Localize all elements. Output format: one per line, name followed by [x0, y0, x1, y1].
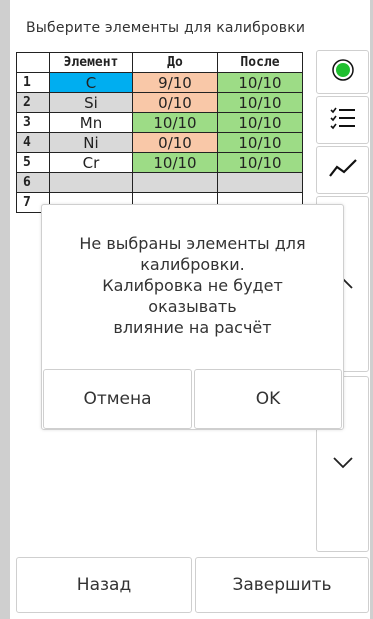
header-num	[16, 52, 50, 73]
element-cell[interactable]: Mn	[49, 112, 133, 133]
finish-button[interactable]: Завершить	[195, 557, 369, 613]
row-number: 6	[16, 172, 50, 193]
row-number: 3	[16, 112, 50, 133]
row-number: 1	[16, 72, 50, 93]
before-cell: 0/10	[132, 92, 218, 113]
before-cell: 10/10	[132, 152, 218, 173]
table-row[interactable]: 2 Si 0/10 10/10	[16, 92, 303, 113]
element-cell[interactable]: Si	[49, 92, 133, 113]
table-row[interactable]: 4 Ni 0/10 10/10	[16, 132, 303, 153]
window-frame-left	[0, 0, 10, 619]
row-number: 4	[16, 132, 50, 153]
warning-dialog: Не выбраны элементы для калибровки. Кали…	[41, 204, 344, 430]
chevron-down-icon	[332, 455, 354, 474]
page-title: Выберите элементы для калибровки	[26, 20, 306, 36]
table-row[interactable]: 5 Cr 10/10 10/10	[16, 152, 303, 173]
cancel-button[interactable]: Отмена	[43, 369, 192, 429]
row-number: 5	[16, 152, 50, 173]
after-cell	[217, 172, 303, 193]
before-cell: 10/10	[132, 112, 218, 133]
after-cell: 10/10	[217, 72, 303, 93]
element-cell[interactable]: Ni	[49, 132, 133, 153]
record-dot-icon	[331, 59, 354, 85]
ok-button[interactable]: OK	[194, 369, 342, 429]
element-list-button[interactable]	[316, 96, 369, 144]
after-cell: 10/10	[217, 112, 303, 133]
record-button[interactable]	[316, 50, 369, 94]
checklist-icon	[329, 106, 356, 134]
header-element: Элемент	[49, 52, 133, 73]
after-cell: 10/10	[217, 132, 303, 153]
element-cell[interactable]	[49, 172, 133, 193]
header-before: До	[132, 52, 218, 73]
header-after: После	[217, 52, 303, 73]
row-number: 2	[16, 92, 50, 113]
calibration-table: Элемент До После 1 C 9/10 10/10 2 Si 0/1…	[16, 52, 303, 213]
table-row[interactable]: 1 C 9/10 10/10	[16, 72, 303, 93]
dialog-message: Не выбраны элементы для калибровки. Кали…	[79, 234, 306, 337]
table-header-row: Элемент До После	[16, 52, 303, 73]
after-cell: 10/10	[217, 92, 303, 113]
line-chart-icon	[328, 158, 357, 182]
before-cell	[132, 172, 218, 193]
before-cell: 9/10	[132, 72, 218, 93]
after-cell: 10/10	[217, 152, 303, 173]
table-row[interactable]: 3 Mn 10/10 10/10	[16, 112, 303, 133]
table-row[interactable]: 6	[16, 172, 303, 193]
element-cell[interactable]: C	[49, 72, 133, 93]
chart-button[interactable]	[316, 146, 369, 194]
element-cell[interactable]: Cr	[49, 152, 133, 173]
back-button[interactable]: Назад	[16, 557, 192, 613]
before-cell: 0/10	[132, 132, 218, 153]
